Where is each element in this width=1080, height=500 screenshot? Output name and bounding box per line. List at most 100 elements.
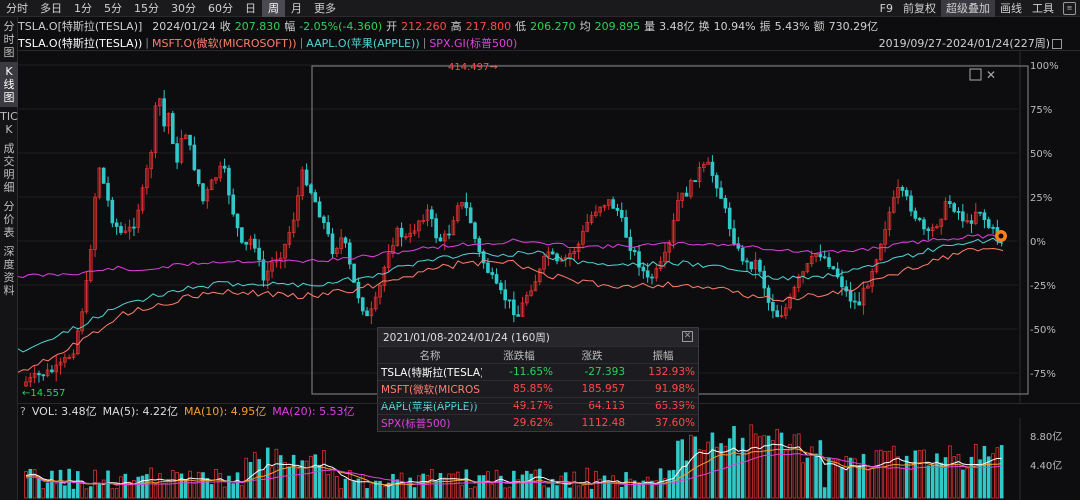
candle-body <box>499 282 503 291</box>
sidebar-item-4[interactable]: 分价表 <box>0 197 18 242</box>
candle-body <box>192 144 197 171</box>
volume-bar <box>175 471 179 499</box>
volume-bar <box>162 483 166 499</box>
volume-bar <box>41 488 46 499</box>
legend-msft[interactable]: MSFT.O(微软(MICROSOFT)) <box>152 35 297 51</box>
volume-bar <box>201 472 205 499</box>
candle-body <box>257 247 261 261</box>
candle-body <box>503 289 508 301</box>
quote-info-bar: TSLA.O[特斯拉(TESLA)] 2024/01/24 收 207.830 幅… <box>18 19 879 34</box>
sidebar-item-5[interactable]: 深度资料 <box>0 242 18 300</box>
candle-body <box>710 161 715 176</box>
candle-body <box>684 192 689 197</box>
volume-bar <box>671 469 676 499</box>
volume-bar <box>76 471 80 499</box>
range-toggle-icon[interactable] <box>1052 38 1062 49</box>
candle-body <box>253 238 257 249</box>
help-icon[interactable]: ? <box>20 405 26 418</box>
candle-body <box>917 217 922 221</box>
view-sidebar: 分时图 K线图 TICK 成交明细 分价表 深度资料 <box>0 17 18 500</box>
volume-chart[interactable]: 8.80亿 4.40亿 <box>18 418 1080 500</box>
candle-body <box>909 195 913 212</box>
candle-body <box>740 247 745 262</box>
candle-body <box>818 253 823 258</box>
volume-bar <box>196 471 201 499</box>
tab-period-0[interactable]: 分时 <box>0 0 34 17</box>
candle-body <box>227 167 231 196</box>
volume-bar <box>412 487 417 499</box>
y-tick-label: 25% <box>1030 193 1052 204</box>
legend-tsla[interactable]: TSLA.O(特斯拉(TESLA)) <box>18 35 142 51</box>
toolbar-item-1[interactable]: 前复权 <box>898 0 941 17</box>
close-icon[interactable]: ✕ <box>682 331 693 342</box>
tab-period-6[interactable]: 60分 <box>202 0 239 17</box>
toolbar-item-4[interactable]: 工具 <box>1027 0 1059 17</box>
volume-value: 3.48亿 <box>659 20 695 33</box>
tab-period-4[interactable]: 15分 <box>128 0 165 17</box>
toolbar-item-3[interactable]: 画线 <box>995 0 1027 17</box>
date-range[interactable]: 2019/09/27-2024/01/24(227周) <box>879 35 1062 51</box>
volume-bar <box>891 445 896 499</box>
volume-bar <box>559 475 564 499</box>
stats-pct: -11.65% <box>509 366 553 378</box>
volume-bar <box>866 466 870 499</box>
tab-period-2[interactable]: 1分 <box>68 0 98 17</box>
volume-bar <box>805 457 810 499</box>
volume-bar <box>857 464 862 499</box>
candle-body <box>611 199 615 209</box>
turnover-value: 10.94% <box>713 19 756 33</box>
tab-period-10[interactable]: 更多 <box>308 0 342 17</box>
volume-bar <box>982 446 987 499</box>
candle-body <box>624 217 628 238</box>
volume-bar <box>468 488 473 499</box>
candle-body <box>330 233 335 255</box>
candle-body <box>693 180 697 183</box>
candle-body <box>343 237 348 244</box>
sidebar-item-2[interactable]: TICK <box>0 107 18 139</box>
candle-body <box>261 259 266 281</box>
legend-spx[interactable]: SPX.GI(标普500) <box>429 35 517 51</box>
tab-period-5[interactable]: 30分 <box>165 0 202 17</box>
sidebar-item-1[interactable]: K线图 <box>0 62 18 107</box>
volume-bar <box>784 450 788 499</box>
tab-period-3[interactable]: 5分 <box>98 0 128 17</box>
candle-body <box>857 301 862 306</box>
stats-row[interactable]: MSFT(微软(MICROS 85.85% 185.957 91.98% <box>378 380 698 397</box>
stats-row[interactable]: TSLA(特斯拉(TESLA)) -11.65% -27.393 132.93% <box>378 363 698 380</box>
sidebar-item-0[interactable]: 分时图 <box>0 17 18 62</box>
vol-tick-label: 4.40亿 <box>1030 459 1062 472</box>
tab-period-9[interactable]: 月 <box>285 0 308 17</box>
legend-aapl[interactable]: AAPL.O(苹果(APPLE)) <box>306 35 419 51</box>
volume-bar <box>101 479 106 499</box>
toolbar-item-0[interactable]: F9 <box>875 0 898 17</box>
volume-bar <box>801 462 805 499</box>
candle-body <box>745 260 749 263</box>
candle-body <box>188 134 192 146</box>
candle-body <box>831 266 836 270</box>
stats-chg: 185.957 <box>581 383 625 395</box>
toolbar-item-2[interactable]: 超级叠加 <box>941 0 995 17</box>
y-tick-label: 0% <box>1030 237 1046 248</box>
sidebar-item-3[interactable]: 成交明细 <box>0 139 18 197</box>
volume-bar <box>879 449 883 499</box>
volume-bar <box>209 484 214 499</box>
close-price: 207.830 <box>234 19 281 33</box>
volume-bar <box>589 488 594 499</box>
candle-body <box>822 256 827 259</box>
stats-name: MSFT(微软(MICROS <box>381 383 480 396</box>
candle-body <box>240 227 244 243</box>
low-price-label: ←14.557 <box>22 388 65 399</box>
candle-body <box>481 251 486 264</box>
tab-period-7[interactable]: 日 <box>239 0 262 17</box>
candle-body <box>749 261 754 270</box>
volume-bar <box>343 478 348 499</box>
volume-bar <box>244 457 248 499</box>
candle-body <box>132 226 136 229</box>
tab-period-1[interactable]: 多日 <box>34 0 68 17</box>
low-price: 206.270 <box>530 19 576 33</box>
volume-bar <box>999 445 1004 499</box>
settings-icon[interactable]: ≡ <box>1063 1 1076 15</box>
volume-bar <box>188 470 192 499</box>
tab-period-8[interactable]: 周 <box>262 0 285 17</box>
candle-body <box>615 207 620 211</box>
